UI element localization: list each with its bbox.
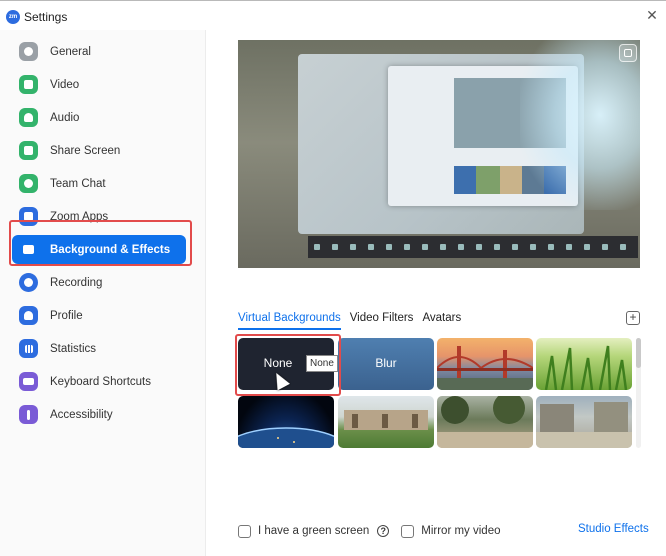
sidebar-item-label: Profile	[50, 309, 83, 322]
sidebar-item-audio[interactable]: Audio	[12, 103, 186, 132]
sidebar-item-general[interactable]: General	[12, 37, 186, 66]
apps-icon	[19, 207, 38, 226]
sidebar-item-keyboard-shortcuts[interactable]: Keyboard Shortcuts	[12, 367, 186, 396]
background-campus-plaza[interactable]	[536, 396, 632, 448]
sidebar-item-label: Accessibility	[50, 408, 113, 421]
campus-lawn-image	[344, 410, 428, 430]
sidebar-item-label: Zoom Apps	[50, 210, 109, 223]
add-background-button[interactable]: +	[626, 311, 640, 325]
headphones-icon	[19, 108, 38, 127]
help-icon[interactable]: ?	[377, 525, 390, 537]
sidebar-item-zoom-apps[interactable]: Zoom Apps	[12, 202, 186, 231]
sidebar-item-label: Keyboard Shortcuts	[50, 375, 152, 388]
preview-taskbar	[308, 236, 638, 258]
video-preview	[238, 40, 640, 268]
background-tabs: Virtual Backgrounds Video Filters Avatar…	[238, 312, 470, 332]
campus-plaza-image	[536, 402, 632, 448]
sidebar-item-label: General	[50, 45, 91, 58]
chat-icon	[19, 174, 38, 193]
title-bar: zm Settings ✕	[0, 0, 666, 30]
golden-gate-image	[437, 346, 533, 390]
sidebar-item-label: Team Chat	[50, 177, 106, 190]
sidebar-item-statistics[interactable]: Statistics	[12, 334, 186, 363]
tab-video-filters[interactable]: Video Filters	[350, 312, 414, 328]
record-icon	[19, 273, 38, 292]
keyboard-icon	[19, 372, 38, 391]
none-tooltip: None	[306, 355, 338, 372]
sidebar-item-video[interactable]: Video	[12, 70, 186, 99]
share-screen-icon	[19, 141, 38, 160]
video-camera-icon	[19, 75, 38, 94]
close-icon[interactable]: ✕	[644, 7, 660, 23]
mirror-video-label: Mirror my video	[421, 525, 501, 537]
earth-image	[238, 427, 334, 448]
bottom-options: I have a green screen ? Mirror my video	[238, 522, 500, 540]
sidebar-item-accessibility[interactable]: Accessibility	[12, 400, 186, 429]
background-campus-trees[interactable]	[437, 396, 533, 448]
sidebar-item-label: Share Screen	[50, 144, 121, 157]
sidebar-item-label: Audio	[50, 111, 80, 124]
backgrounds-scrollbar[interactable]	[636, 338, 641, 448]
gear-icon	[19, 42, 38, 61]
sidebar-item-team-chat[interactable]: Team Chat	[12, 169, 186, 198]
accessibility-icon	[19, 405, 38, 424]
sidebar-item-label: Recording	[50, 276, 103, 289]
tab-virtual-backgrounds[interactable]: Virtual Backgrounds	[238, 312, 341, 330]
background-campus-lawn[interactable]	[338, 396, 434, 448]
background-grass[interactable]	[536, 338, 632, 390]
window-title: Settings	[24, 10, 68, 24]
preview-light-glare	[520, 40, 640, 210]
zoom-logo-icon: zm	[6, 10, 20, 24]
green-screen-checkbox[interactable]	[238, 524, 251, 538]
campus-trees-image	[437, 396, 533, 448]
grass-image	[544, 345, 628, 390]
sidebar-item-label: Video	[50, 78, 80, 91]
background-blur[interactable]: Blur	[338, 338, 434, 390]
sidebar-item-label: Background & Effects	[50, 243, 171, 256]
portrait-icon	[19, 240, 38, 259]
studio-effects-link[interactable]: Studio Effects	[578, 523, 649, 535]
sidebar: General Video Audio Share Screen Team Ch…	[0, 30, 206, 556]
tab-avatars[interactable]: Avatars	[422, 312, 461, 328]
green-screen-label: I have a green screen	[258, 525, 370, 537]
person-icon	[19, 306, 38, 325]
sidebar-item-profile[interactable]: Profile	[12, 301, 186, 330]
sidebar-item-recording[interactable]: Recording	[12, 268, 186, 297]
sidebar-item-label: Statistics	[50, 342, 97, 355]
background-earth[interactable]	[238, 396, 334, 448]
background-golden-gate[interactable]	[437, 338, 533, 390]
sidebar-item-share-screen[interactable]: Share Screen	[12, 136, 186, 165]
bar-chart-icon	[19, 339, 38, 358]
pop-out-preview-icon[interactable]	[619, 44, 637, 62]
mirror-video-checkbox[interactable]	[401, 524, 415, 538]
thumb-label: Blur	[375, 356, 397, 370]
sidebar-item-background-effects[interactable]: Background & Effects	[12, 235, 186, 264]
